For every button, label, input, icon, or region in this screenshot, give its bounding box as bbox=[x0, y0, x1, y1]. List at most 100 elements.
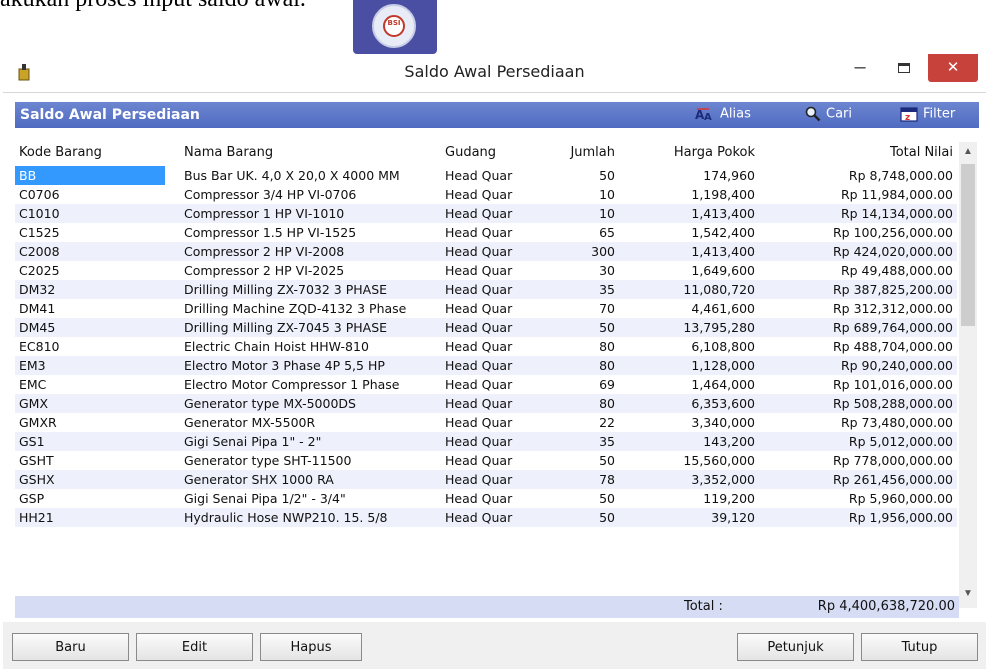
cell-total[interactable]: Rp 312,312,000.00 bbox=[755, 301, 953, 316]
tutup-button[interactable]: Tutup bbox=[861, 633, 978, 661]
cell-kode[interactable]: GMXR bbox=[19, 415, 169, 430]
cell-kode[interactable]: GSP bbox=[19, 491, 169, 506]
cell-jumlah[interactable]: 50 bbox=[525, 320, 615, 335]
cell-kode[interactable]: GSHT bbox=[19, 453, 169, 468]
table-row[interactable]: HH21 Hydraulic Hose NWP210. 15. 5/8 Head Q… bbox=[15, 508, 957, 527]
maximize-button[interactable] bbox=[885, 56, 925, 82]
title-bar[interactable]: Saldo Awal Persediaan – ✕ bbox=[3, 54, 986, 93]
cell-jumlah[interactable]: 50 bbox=[525, 510, 615, 525]
cell-total[interactable]: Rp 5,960,000.00 bbox=[755, 491, 953, 506]
cell-nama[interactable]: Compressor 2 HP VI-2025 bbox=[184, 263, 446, 278]
cell-jumlah[interactable]: 35 bbox=[525, 282, 615, 297]
cell-harga[interactable]: 174,960 bbox=[615, 168, 755, 183]
cell-total[interactable]: Rp 90,240,000.00 bbox=[755, 358, 953, 373]
cell-kode[interactable]: DM45 bbox=[19, 320, 169, 335]
petunjuk-button[interactable]: Petunjuk bbox=[737, 633, 854, 661]
table-row[interactable]: C1010 Compressor 1 HP VI-1010 Head Quar 10 1… bbox=[15, 204, 957, 223]
table-row[interactable]: DM45 Drilling Milling ZX-7045 3 PHASE Head… bbox=[15, 318, 957, 337]
table-row[interactable]: BB Bus Bar UK. 4,0 X 20,0 X 4000 MM Head Q… bbox=[15, 166, 957, 185]
cell-nama[interactable]: Hydraulic Hose NWP210. 15. 5/8 bbox=[184, 510, 446, 525]
cell-nama[interactable]: Drilling Milling ZX-7032 3 PHASE bbox=[184, 282, 446, 297]
cell-gudang[interactable]: Head Quar bbox=[445, 453, 531, 468]
cell-kode[interactable]: GMX bbox=[19, 396, 169, 411]
vertical-scrollbar[interactable]: ▲ ▼ bbox=[959, 142, 977, 608]
table-row[interactable]: EC810 Electric Chain Hoist HHW-810 Head Qu… bbox=[15, 337, 957, 356]
cell-harga[interactable]: 3,340,000 bbox=[615, 415, 755, 430]
cell-jumlah[interactable]: 80 bbox=[525, 358, 615, 373]
cell-kode[interactable]: C0706 bbox=[19, 187, 169, 202]
cell-gudang[interactable]: Head Quar bbox=[445, 396, 531, 411]
cell-jumlah[interactable]: 69 bbox=[525, 377, 615, 392]
cell-gudang[interactable]: Head Quar bbox=[445, 320, 531, 335]
edit-button[interactable]: Edit bbox=[136, 633, 253, 661]
cell-gudang[interactable]: Head Quar bbox=[445, 263, 531, 278]
hapus-button[interactable]: Hapus bbox=[260, 633, 362, 661]
cell-gudang[interactable]: Head Quar bbox=[445, 510, 531, 525]
table-row[interactable]: DM32 Drilling Milling ZX-7032 3 PHASE Head… bbox=[15, 280, 957, 299]
table-row[interactable]: C2008 Compressor 2 HP VI-2008 Head Quar 300… bbox=[15, 242, 957, 261]
cell-gudang[interactable]: Head Quar bbox=[445, 225, 531, 240]
cell-gudang[interactable]: Head Quar bbox=[445, 168, 531, 183]
cell-gudang[interactable]: Head Quar bbox=[445, 244, 531, 259]
cell-harga[interactable]: 6,108,800 bbox=[615, 339, 755, 354]
cell-total[interactable]: Rp 689,764,000.00 bbox=[755, 320, 953, 335]
cell-nama[interactable]: Generator MX-5500R bbox=[184, 415, 446, 430]
table-row[interactable]: GMX Generator type MX-5000DS Head Quar 80 6,… bbox=[15, 394, 957, 413]
cell-nama[interactable]: Generator type MX-5000DS bbox=[184, 396, 446, 411]
cell-gudang[interactable]: Head Quar bbox=[445, 491, 531, 506]
cell-gudang[interactable]: Head Quar bbox=[445, 187, 531, 202]
cell-jumlah[interactable]: 70 bbox=[525, 301, 615, 316]
cell-kode[interactable]: EC810 bbox=[19, 339, 169, 354]
cell-total[interactable]: Rp 387,825,200.00 bbox=[755, 282, 953, 297]
cell-jumlah[interactable]: 50 bbox=[525, 168, 615, 183]
table-row[interactable]: GSHT Generator type SHT-11500 Head Quar 50 1… bbox=[15, 451, 957, 470]
cell-jumlah[interactable]: 80 bbox=[525, 339, 615, 354]
cell-total[interactable]: Rp 261,456,000.00 bbox=[755, 472, 953, 487]
cell-gudang[interactable]: Head Quar bbox=[445, 339, 531, 354]
cell-nama[interactable]: Drilling Milling ZX-7045 3 PHASE bbox=[184, 320, 446, 335]
cell-total[interactable]: Rp 101,016,000.00 bbox=[755, 377, 953, 392]
cell-total[interactable]: Rp 5,012,000.00 bbox=[755, 434, 953, 449]
table-row[interactable]: C1525 Compressor 1.5 HP VI-1525 Head Quar 6… bbox=[15, 223, 957, 242]
cell-nama[interactable]: Electro Motor Compressor 1 Phase bbox=[184, 377, 446, 392]
cell-harga[interactable]: 1,198,400 bbox=[615, 187, 755, 202]
cell-harga[interactable]: 1,649,600 bbox=[615, 263, 755, 278]
cell-jumlah[interactable]: 10 bbox=[525, 206, 615, 221]
scroll-thumb[interactable] bbox=[961, 164, 975, 326]
column-header-harga[interactable]: Harga Pokok bbox=[615, 145, 755, 160]
table-row[interactable]: C2025 Compressor 2 HP VI-2025 Head Quar 30 1… bbox=[15, 261, 957, 280]
filter-button[interactable]: z Filter bbox=[900, 106, 955, 122]
cell-total[interactable]: Rp 778,000,000.00 bbox=[755, 453, 953, 468]
cell-harga[interactable]: 15,560,000 bbox=[615, 453, 755, 468]
cell-nama[interactable]: Bus Bar UK. 4,0 X 20,0 X 4000 MM bbox=[184, 168, 446, 183]
cell-harga[interactable]: 1,413,400 bbox=[615, 244, 755, 259]
cell-gudang[interactable]: Head Quar bbox=[445, 377, 531, 392]
table-row[interactable]: GSP Gigi Senai Pipa 1/2" - 3/4" Head Quar 5… bbox=[15, 489, 957, 508]
cell-jumlah[interactable]: 78 bbox=[525, 472, 615, 487]
cell-harga[interactable]: 1,413,400 bbox=[615, 206, 755, 221]
cell-kode[interactable]: EM3 bbox=[19, 358, 169, 373]
cell-harga[interactable]: 143,200 bbox=[615, 434, 755, 449]
scroll-down-icon[interactable]: ▼ bbox=[963, 588, 973, 599]
column-header-gudang[interactable]: Gudang bbox=[445, 145, 496, 160]
cari-button[interactable]: Cari bbox=[805, 106, 852, 122]
cell-kode[interactable]: DM41 bbox=[19, 301, 169, 316]
table-row[interactable]: DM41 Drilling Machine ZQD-4132 3 Phase Hea… bbox=[15, 299, 957, 318]
scroll-up-icon[interactable]: ▲ bbox=[963, 146, 973, 157]
cell-kode[interactable]: C2025 bbox=[19, 263, 169, 278]
cell-nama[interactable]: Electro Motor 3 Phase 4P 5,5 HP bbox=[184, 358, 446, 373]
cell-harga[interactable]: 39,120 bbox=[615, 510, 755, 525]
cell-nama[interactable]: Generator SHX 1000 RA bbox=[184, 472, 446, 487]
cell-harga[interactable]: 1,464,000 bbox=[615, 377, 755, 392]
cell-gudang[interactable]: Head Quar bbox=[445, 282, 531, 297]
cell-total[interactable]: Rp 100,256,000.00 bbox=[755, 225, 953, 240]
alias-button[interactable]: A A Alias bbox=[695, 106, 751, 123]
cell-jumlah[interactable]: 65 bbox=[525, 225, 615, 240]
table-row[interactable]: C0706 Compressor 3/4 HP VI-0706 Head Quar 1… bbox=[15, 185, 957, 204]
inventory-grid[interactable]: Kode Barang Nama Barang Gudang Jumlah Ha… bbox=[15, 142, 977, 608]
cell-harga[interactable]: 13,795,280 bbox=[615, 320, 755, 335]
cell-jumlah[interactable]: 22 bbox=[525, 415, 615, 430]
table-row[interactable]: GS1 Gigi Senai Pipa 1" - 2" Head Quar 35 143… bbox=[15, 432, 957, 451]
cell-kode[interactable]: C1525 bbox=[19, 225, 169, 240]
cell-nama[interactable]: Electric Chain Hoist HHW-810 bbox=[184, 339, 446, 354]
